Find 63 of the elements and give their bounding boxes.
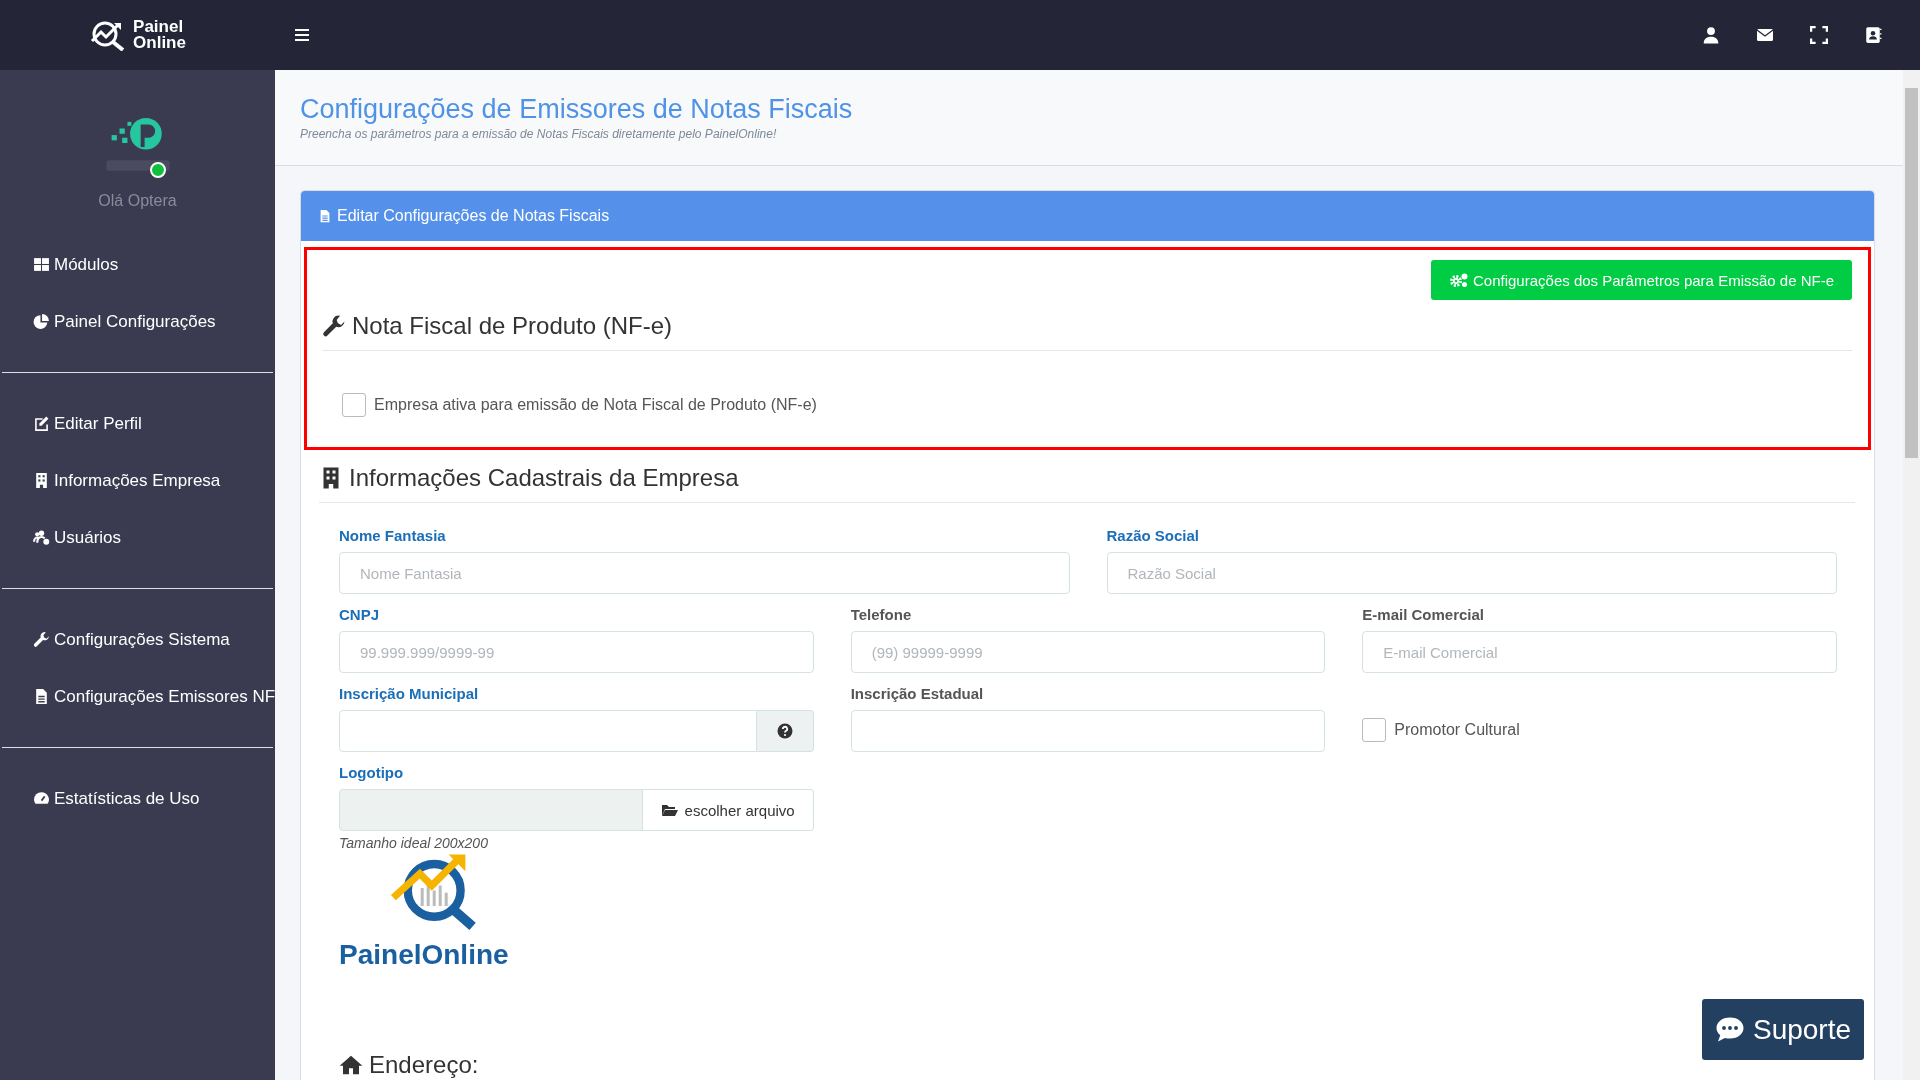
home-icon (339, 1053, 363, 1077)
scrollbar[interactable] (1903, 70, 1920, 1080)
edit-icon (33, 415, 50, 432)
users-cog-icon (33, 529, 50, 546)
logo-wordmark: PainelOnline (339, 939, 509, 971)
gauge-icon (33, 790, 50, 807)
sidebar-item[interactable]: Módulos (0, 236, 275, 293)
checkbox[interactable] (342, 393, 366, 417)
chat-bubble-icon (1714, 1016, 1745, 1043)
wrench-icon (33, 631, 50, 648)
sidebar-item[interactable]: Configurações Sistema (0, 611, 275, 668)
input-field[interactable]: Nome Fantasia (339, 552, 1070, 594)
document-icon (33, 688, 50, 705)
card-header-title: Editar Configurações de Notas Fiscais (337, 207, 610, 225)
brand-name: Painel Online (133, 19, 186, 51)
envelope-icon[interactable] (1756, 26, 1774, 44)
checkbox[interactable] (1362, 718, 1387, 742)
page-subtitle: Preencha os parâmetros para a emissão de Notas Fiscais diretamente pelo PainelOnline! (300, 127, 778, 141)
input-field[interactable]: 99.999.999/9999-99 (339, 631, 814, 673)
fullscreen-icon[interactable] (1810, 26, 1828, 44)
field-label: Razão Social (1106, 527, 1201, 544)
sidebar-item[interactable]: Estatísticas de Uso (0, 770, 275, 827)
checkbox-label: Promotor Cultural (1394, 721, 1520, 739)
document-icon (318, 208, 332, 224)
grid-icon (33, 256, 50, 273)
folder-icon (660, 803, 679, 817)
input-field[interactable]: Razão Social (1106, 552, 1837, 594)
hint-text: Tamanho ideal 200x200 (339, 835, 489, 851)
menu-icon[interactable] (294, 28, 310, 42)
help-addon[interactable] (756, 710, 814, 752)
choose-file-button[interactable]: escolher arquivo (642, 789, 814, 831)
field-label: E-mail Comercial (1362, 606, 1486, 623)
sidebar-item[interactable]: Configurações Emissores NF (0, 668, 275, 725)
building-icon (33, 472, 50, 489)
input-field[interactable] (339, 710, 757, 752)
checkbox-label: Empresa ativa para emissão de Nota Fiscal de Produto (NF-e) (374, 396, 817, 414)
wrench-icon (322, 314, 346, 338)
sidebar-item[interactable]: Informações Empresa (0, 452, 275, 509)
section-heading: Nota Fiscal de Produto (NF-e) (352, 312, 673, 340)
sidebar-item[interactable]: Usuários (0, 509, 275, 566)
pie-chart-icon (33, 313, 50, 330)
user-icon[interactable] (1702, 26, 1720, 44)
scrollbar-thumb[interactable] (1905, 88, 1918, 458)
field-label: Nome Fantasia (339, 527, 447, 544)
sidebar-item[interactable]: Painel Configurações (0, 293, 275, 350)
field-label: Logotipo (339, 764, 405, 781)
user-greeting: Olá Optera (98, 192, 177, 210)
field-label: CNPJ (339, 606, 380, 623)
field-label: Telefone (850, 606, 913, 623)
field-label: Inscrição Estadual (850, 685, 985, 702)
section-heading: Informações Cadastrais da Empresa (349, 464, 739, 492)
input-field[interactable]: (99) 99999-9999 (850, 631, 1326, 673)
sidebar-item[interactable]: Editar Perfil (0, 395, 275, 452)
section-heading: Endereço: (369, 1051, 479, 1079)
contact-book-icon[interactable] (1864, 26, 1882, 44)
input-field[interactable]: E-mail Comercial (1362, 631, 1837, 673)
file-name-field[interactable] (339, 789, 643, 831)
support-button[interactable]: Suporte (1702, 999, 1864, 1060)
gears-icon (1449, 272, 1469, 288)
input-field[interactable] (850, 710, 1326, 752)
field-label: Inscrição Municipal (339, 685, 480, 702)
help-icon (776, 723, 793, 739)
page-title: Configurações de Emissores de Notas Fiscais (300, 94, 854, 125)
